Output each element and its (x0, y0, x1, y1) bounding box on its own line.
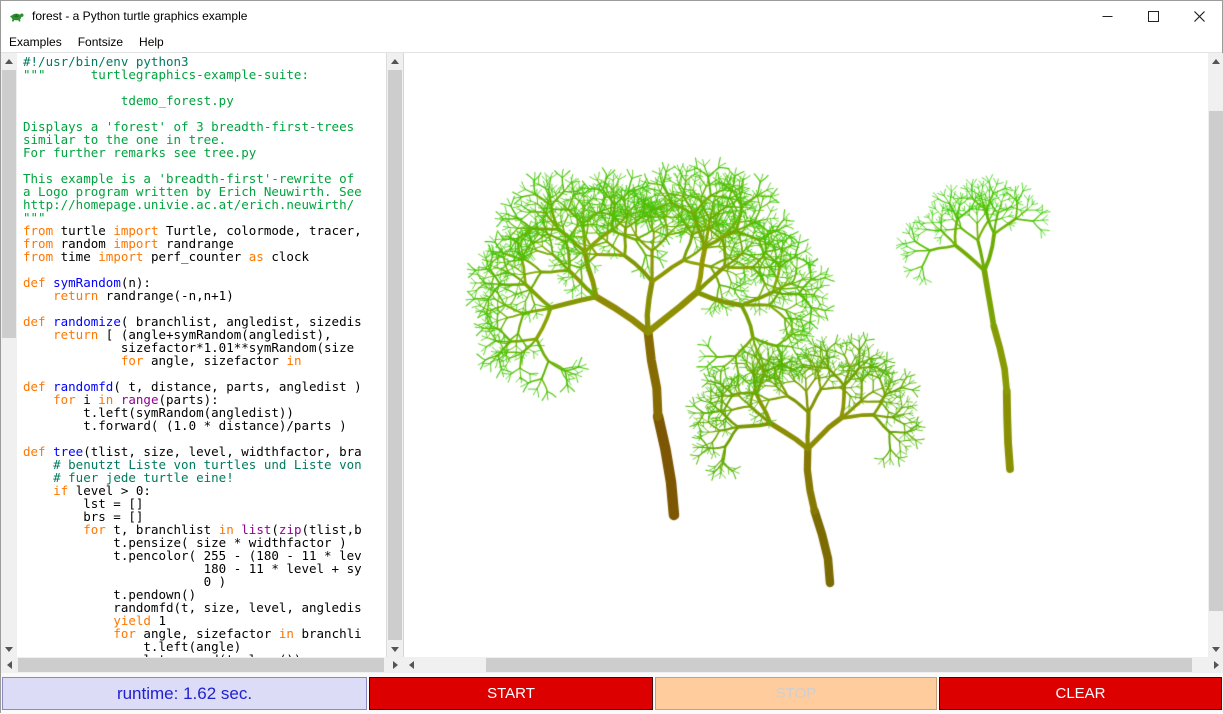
scroll-left-icon[interactable] (403, 657, 419, 673)
scroll-up-icon[interactable] (1208, 53, 1223, 69)
scroll-down-icon[interactable] (1208, 641, 1223, 657)
code-vscrollbar-right[interactable] (387, 53, 403, 657)
scroll-right-icon[interactable] (1208, 657, 1223, 673)
minimize-icon (1102, 11, 1113, 22)
window-controls (1084, 1, 1222, 31)
code-vscrollbar-left[interactable] (1, 53, 17, 657)
turtle-canvas (403, 53, 1208, 657)
code-line: return randrange(-n,n+1) (23, 289, 386, 302)
hscroll-row (1, 657, 1223, 673)
close-icon (1194, 11, 1205, 22)
app-window: forest - a Python turtle graphics exampl… (0, 0, 1223, 713)
code-text: #!/usr/bin/env python3""" turtlegraphics… (23, 55, 386, 657)
scrollbar-thumb[interactable] (18, 658, 384, 672)
maximize-icon (1148, 11, 1159, 22)
code-hscrollbar[interactable] (1, 657, 403, 673)
turtle-icon (9, 8, 25, 24)
stop-button[interactable]: STOP (655, 677, 937, 710)
scroll-down-icon[interactable] (1, 641, 17, 657)
close-button[interactable] (1176, 1, 1222, 31)
menu-bar: Examples Fontsize Help (1, 31, 1222, 53)
code-line: from time import perf_counter as clock (23, 250, 386, 263)
turtle-canvas-surface (404, 53, 1208, 657)
menu-help[interactable]: Help (131, 32, 172, 52)
canvas-hscrollbar[interactable] (403, 657, 1223, 673)
code-line: """ turtlegraphics-example-suite: (23, 68, 386, 81)
scrollbar-thumb[interactable] (1209, 111, 1223, 611)
code-line: tdemo_forest.py (23, 94, 386, 107)
code-line: t.forward( (1.0 * distance)/parts ) (23, 419, 386, 432)
menu-examples[interactable]: Examples (1, 32, 70, 52)
canvas-vscrollbar[interactable] (1208, 53, 1223, 657)
scroll-left-icon[interactable] (1, 657, 17, 673)
maximize-button[interactable] (1130, 1, 1176, 31)
scroll-up-icon[interactable] (1, 53, 17, 69)
main-area: #!/usr/bin/env python3""" turtlegraphics… (1, 53, 1223, 657)
code-pane[interactable]: #!/usr/bin/env python3""" turtlegraphics… (17, 53, 387, 657)
runtime-label: runtime: 1.62 sec. (2, 677, 367, 710)
menu-fontsize[interactable]: Fontsize (70, 32, 131, 52)
title-bar[interactable]: forest - a Python turtle graphics exampl… (1, 1, 1222, 31)
control-bar: runtime: 1.62 sec. START STOP CLEAR (1, 673, 1223, 714)
window-title: forest - a Python turtle graphics exampl… (32, 9, 247, 23)
scrollbar-thumb[interactable] (2, 70, 16, 338)
scrollbar-thumb[interactable] (388, 70, 402, 640)
scroll-right-icon[interactable] (387, 657, 403, 673)
scroll-down-icon[interactable] (387, 641, 403, 657)
scrollbar-thumb[interactable] (486, 658, 1192, 672)
code-line: For further remarks see tree.py (23, 146, 386, 159)
scroll-up-icon[interactable] (387, 53, 403, 69)
code-line: http://homepage.univie.ac.at/erich.neuwi… (23, 198, 386, 211)
clear-button[interactable]: CLEAR (939, 677, 1222, 710)
code-line: for angle, sizefactor in (23, 354, 386, 367)
start-button[interactable]: START (369, 677, 653, 710)
minimize-button[interactable] (1084, 1, 1130, 31)
